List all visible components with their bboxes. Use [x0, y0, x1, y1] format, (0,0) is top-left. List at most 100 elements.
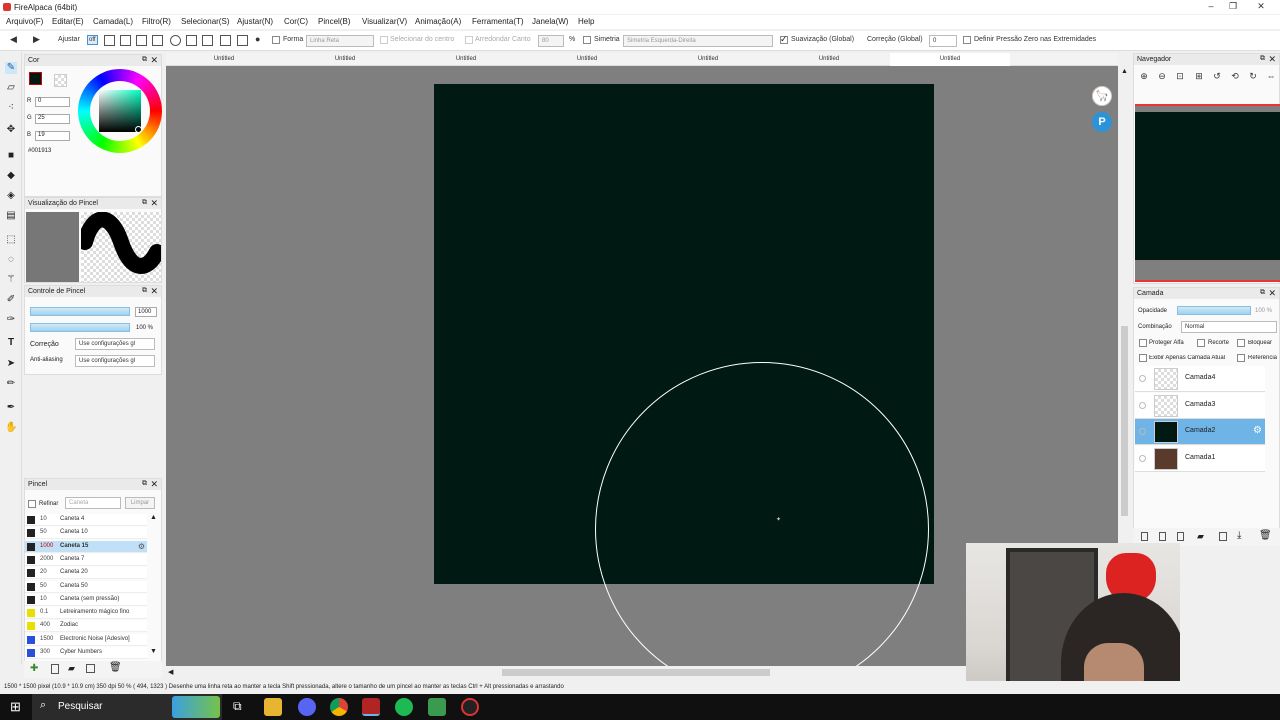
gradient-tool-icon[interactable]: ▤ — [5, 210, 17, 222]
brush-list-item[interactable]: 10 Caneta 4 — [25, 514, 147, 526]
windows-start-icon[interactable]: ⊞ — [10, 699, 21, 715]
document-tab[interactable]: Untitled — [890, 53, 1010, 66]
layer-folder-icon[interactable]: ▰ — [1197, 531, 1204, 542]
menu-select[interactable]: Selecionar(S) — [181, 17, 229, 26]
snap-3point-icon[interactable] — [220, 35, 231, 46]
show-only-checkbox[interactable] — [1139, 354, 1147, 362]
menu-filter[interactable]: Filtro(R) — [142, 17, 171, 26]
float-icon[interactable]: ⧉ — [1260, 289, 1265, 297]
brush-size-slider[interactable] — [30, 307, 130, 316]
close-icon[interactable]: ✕ — [150, 55, 158, 66]
scroll-up-icon[interactable]: ▲ — [1121, 68, 1128, 75]
bucket-tool-icon[interactable]: ◈ — [5, 190, 17, 202]
dot-tool-icon[interactable]: ⁖ — [5, 102, 17, 114]
rect-fill-tool-icon[interactable]: ■ — [5, 150, 17, 162]
lock-checkbox[interactable] — [1237, 339, 1245, 347]
navigator-preview[interactable] — [1135, 104, 1280, 282]
eraser-tool-icon[interactable]: ▱ — [5, 82, 17, 94]
symmetry-checkbox[interactable] — [583, 36, 591, 44]
brush-list-item[interactable]: 50 Caneta 50 — [25, 580, 147, 593]
brush-list-item[interactable]: 300 Cyber Numbers — [25, 647, 147, 659]
close-icon[interactable]: ✕ — [1246, 1, 1276, 13]
close-icon[interactable]: ✕ — [150, 286, 158, 297]
saturation-square[interactable] — [99, 90, 141, 132]
select-eraser-icon[interactable]: ✑ — [5, 314, 17, 326]
snap-perspective-icon[interactable] — [202, 35, 213, 46]
foreground-color-swatch[interactable] — [29, 72, 42, 85]
next-icon[interactable]: ▶ — [33, 34, 40, 45]
chrome-icon[interactable] — [330, 698, 348, 716]
float-icon[interactable]: ⧉ — [142, 199, 147, 207]
background-color-swatch[interactable] — [54, 74, 67, 87]
visibility-icon[interactable] — [1139, 401, 1146, 409]
copy-brush-icon[interactable] — [86, 664, 95, 673]
brush-list-item[interactable]: 400 Zodiac — [25, 620, 147, 633]
refine-checkbox[interactable] — [28, 500, 36, 508]
correction-select[interactable]: 0 — [929, 35, 957, 47]
operation-tool-icon[interactable]: ➤ — [5, 358, 17, 370]
close-icon[interactable]: ✕ — [150, 198, 158, 209]
brush-list-item[interactable]: 1500 Electronic Noise [Adesivo] — [25, 633, 147, 646]
shape-checkbox[interactable] — [272, 36, 280, 44]
layer-row[interactable]: Camada4 — [1135, 366, 1265, 392]
menu-window[interactable]: Janela(W) — [532, 17, 568, 26]
hand-tool-icon[interactable]: ✋ — [5, 422, 17, 434]
rotate-right-icon[interactable]: ↻ — [1248, 71, 1258, 81]
round-corner-checkbox[interactable] — [465, 36, 473, 44]
brush-list-item[interactable]: 0.1 Letreiramento mágico fino — [25, 607, 147, 620]
add-brush-icon[interactable]: ✚ — [30, 663, 38, 674]
app-icon[interactable] — [428, 698, 446, 716]
layer-row[interactable]: Camada1 — [1135, 446, 1265, 473]
reset-rotate-icon[interactable]: ⟲ — [1230, 71, 1240, 81]
snap-vanish-icon[interactable] — [237, 35, 248, 46]
clipping-checkbox[interactable] — [1197, 339, 1205, 347]
scroll-down-icon[interactable]: ▼ — [150, 648, 157, 655]
scrollbar-thumb[interactable] — [502, 669, 770, 676]
clear-button[interactable]: Limpar — [125, 497, 155, 509]
brush-list-item[interactable]: 2000 Caneta 7 — [25, 553, 147, 566]
lasso-select-icon[interactable]: ◌ — [5, 254, 17, 266]
text-tool-icon[interactable]: T — [5, 337, 17, 349]
snap-circle-icon[interactable] — [170, 35, 181, 46]
protect-alpha-checkbox[interactable] — [1139, 339, 1147, 347]
merge-down-icon[interactable]: ⤓ — [1237, 530, 1241, 541]
brush-list-item[interactable]: 10 Caneta (sem pressão) — [25, 593, 147, 606]
folder-icon[interactable]: ▰ — [68, 663, 75, 674]
rect-select-icon[interactable]: ⬚ — [5, 234, 17, 246]
search-box[interactable]: ⌕ Pesquisar — [32, 694, 222, 720]
file-explorer-icon[interactable] — [264, 698, 282, 716]
reference-checkbox[interactable] — [1237, 354, 1245, 362]
snap-off-button[interactable]: off — [87, 35, 98, 45]
obs-icon[interactable] — [461, 698, 479, 716]
snap-grid-icon[interactable] — [104, 35, 115, 46]
new-brush-icon[interactable] — [51, 664, 59, 674]
eyedropper-icon[interactable]: ✒ — [5, 402, 17, 414]
close-icon[interactable]: ✕ — [150, 479, 158, 490]
scroll-left-icon[interactable]: ◀ — [168, 668, 173, 676]
prev-icon[interactable]: ◀ — [10, 34, 17, 45]
snap-curve-icon[interactable] — [186, 35, 197, 46]
layer-row[interactable]: Camada2 ⚙ — [1135, 419, 1265, 446]
alpaca-icon[interactable]: 🦙 — [1092, 86, 1112, 106]
menu-animation[interactable]: Animação(A) — [415, 17, 461, 26]
brush-filter-input[interactable]: Caneta — [65, 497, 121, 509]
visibility-icon[interactable] — [1139, 375, 1146, 382]
brush-size-input[interactable]: 1000 — [135, 307, 157, 317]
menu-help[interactable]: Help — [578, 17, 594, 26]
menu-layer[interactable]: Camada(L) — [93, 17, 133, 26]
firealpaca-taskbar-icon[interactable] — [362, 698, 380, 716]
blend-select[interactable]: Normal — [1181, 321, 1277, 333]
visibility-icon[interactable] — [1139, 455, 1146, 463]
magic-wand-icon[interactable]: ⚚ — [5, 274, 17, 286]
brush-opacity-slider[interactable] — [30, 323, 130, 332]
dot-icon[interactable]: ● — [255, 34, 260, 44]
document-tab[interactable]: Untitled — [406, 53, 526, 66]
gear-icon[interactable]: ⚙ — [138, 542, 145, 551]
layer-row[interactable]: Camada3 — [1135, 392, 1265, 419]
brush-tool-icon[interactable]: ◆ — [5, 170, 17, 182]
snap-diagonal-icon[interactable] — [152, 35, 163, 46]
menu-view[interactable]: Visualizar(V) — [362, 17, 407, 26]
b-input[interactable]: 19 — [35, 131, 70, 141]
menu-edit[interactable]: Editar(E) — [52, 17, 84, 26]
move-tool-icon[interactable]: ✥ — [5, 124, 17, 136]
